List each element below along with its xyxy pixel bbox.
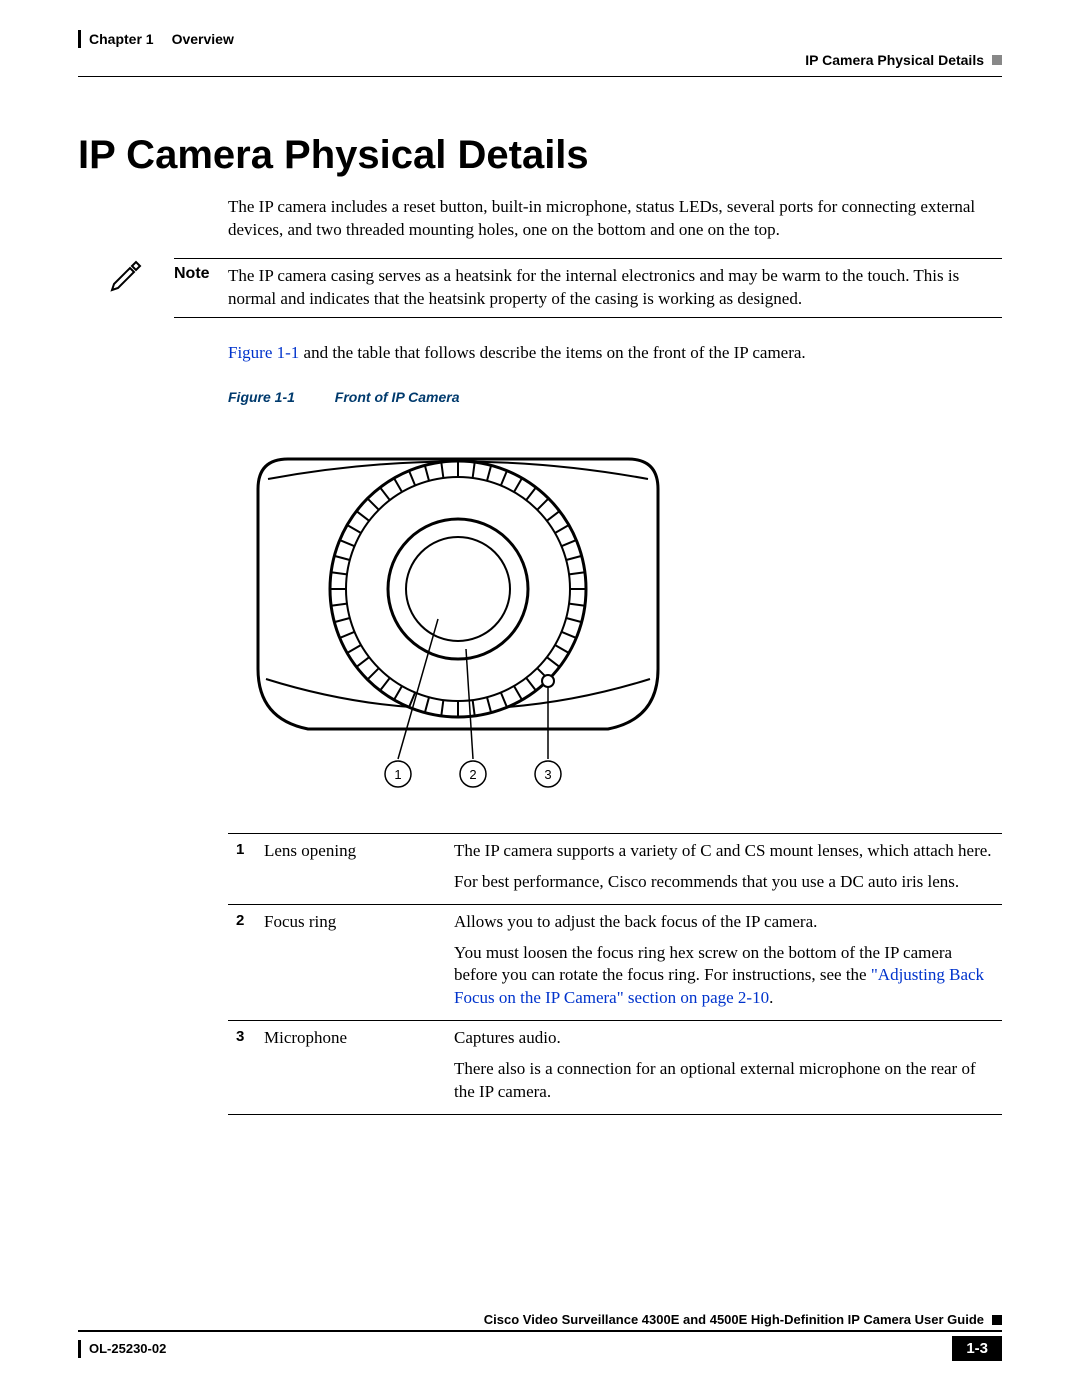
note-pencil-icon [108,281,144,298]
note-block: Note The IP camera casing serves as a he… [78,258,1002,324]
header-section-title: IP Camera Physical Details [805,52,984,68]
parts-table: 1Lens openingThe IP camera supports a va… [228,833,1002,1115]
callout-3: 3 [544,767,551,782]
callout-2: 2 [469,767,476,782]
footer-guide-title: Cisco Video Surveillance 4300E and 4500E… [484,1312,984,1327]
page-title: IP Camera Physical Details [78,133,1002,178]
note-rule-top [174,258,1002,259]
part-name: Focus ring [256,904,446,1021]
footer-marker-icon [992,1315,1002,1325]
note-text: The IP camera casing serves as a heatsin… [228,265,1002,311]
header-rule [78,76,1002,77]
header-left: Chapter 1 Overview [78,30,234,48]
note-label: Note [174,265,228,283]
footer-docnum: OL-25230-02 [89,1341,166,1356]
table-row: 3MicrophoneCaptures audio.There also is … [228,1021,1002,1115]
section-label: Overview [172,31,234,47]
table-row: 2Focus ringAllows you to adjust the back… [228,904,1002,1021]
header-marker-icon [992,55,1002,65]
callout-1: 1 [394,767,401,782]
part-number: 3 [228,1021,256,1115]
figure-number: Figure 1-1 [228,389,295,405]
header-bar-icon [78,30,81,48]
footer-bar-icon [78,1340,81,1358]
table-row: 1Lens openingThe IP camera supports a va… [228,833,1002,904]
figure-ref-rest: and the table that follows describe the … [299,343,805,362]
part-desc: Allows you to adjust the back focus of t… [446,904,1002,1021]
page-footer: Cisco Video Surveillance 4300E and 4500E… [78,1312,1002,1361]
footer-rule [78,1330,1002,1332]
note-rule-bottom [174,317,1002,318]
part-number: 2 [228,904,256,1021]
figure-caption: Figure 1-1 Front of IP Camera [228,389,1002,405]
header-right: IP Camera Physical Details [805,52,1002,68]
figure-title: Front of IP Camera [335,389,460,405]
part-name: Lens opening [256,833,446,904]
figure-ref-line: Figure 1-1 and the table that follows de… [228,342,1002,365]
part-number: 1 [228,833,256,904]
chapter-label: Chapter 1 [89,31,154,47]
part-name: Microphone [256,1021,446,1115]
intro-text: The IP camera includes a reset button, b… [228,196,1002,242]
figure-link[interactable]: Figure 1-1 [228,343,299,362]
part-desc: Captures audio.There also is a connectio… [446,1021,1002,1115]
page-header: Chapter 1 Overview IP Camera Physical De… [78,30,1002,68]
figure-image: 1 2 3 [228,419,1002,819]
part-desc: The IP camera supports a variety of C an… [446,833,1002,904]
page-number-badge: 1-3 [952,1336,1002,1361]
